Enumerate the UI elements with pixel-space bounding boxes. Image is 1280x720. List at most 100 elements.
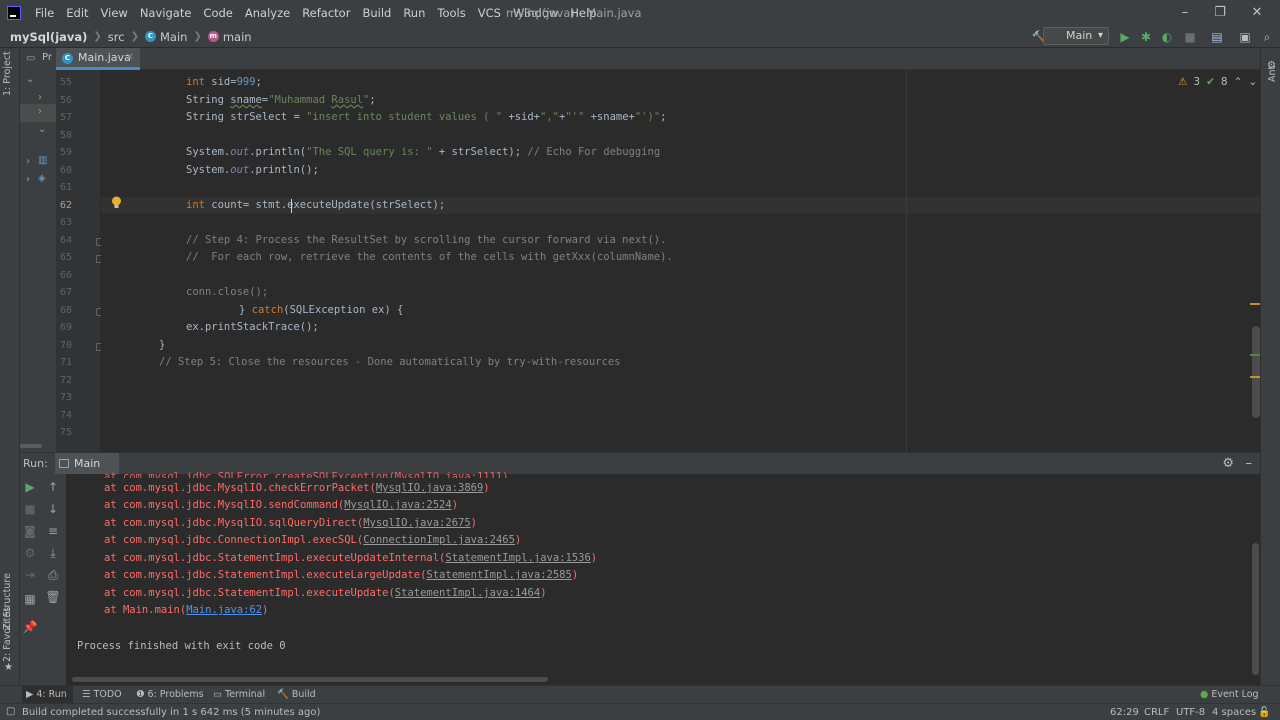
arrow-down-icon[interactable]: ↓ [44, 500, 62, 518]
line-number[interactable]: 70 [56, 340, 72, 351]
code-line-67[interactable]: conn.close(); [186, 286, 268, 298]
tree-row[interactable]: ⌄ [20, 122, 56, 140]
code-line-62[interactable]: int count= stmt.executeUpdate(strSelect)… [186, 199, 445, 211]
rerun-icon[interactable]: ▶ [21, 478, 39, 496]
code-line-68[interactable]: } catch(SQLException ex) { [239, 304, 403, 316]
chevron-down-icon[interactable]: ⌄ [1248, 76, 1257, 88]
breadcrumb-method[interactable]: main [223, 30, 252, 44]
favorites-tool-label[interactable]: 2: Favorites [2, 607, 13, 662]
tool-tab-event-log[interactable]: ● Event Log [1200, 686, 1259, 704]
lock-icon[interactable]: 🔓 [1258, 704, 1270, 720]
line-number[interactable]: 72 [56, 375, 72, 386]
hide-panel-icon[interactable]: – [1246, 453, 1253, 475]
change-marker[interactable] [1250, 354, 1260, 356]
status-message[interactable]: Build completed successfully in 1 s 642 … [22, 704, 320, 720]
trash-icon[interactable]: 🗑 [44, 588, 62, 606]
search-icon[interactable]: ⌕ [1256, 26, 1278, 48]
line-number[interactable]: 67 [56, 287, 72, 298]
console-horizontal-scrollbar[interactable] [72, 677, 548, 682]
line-number[interactable]: 60 [56, 165, 72, 176]
tool-tab-problems[interactable]: ❶ 6: Problems [136, 686, 204, 704]
code-line-55[interactable]: int sid=999; [186, 76, 262, 88]
source-link[interactable]: MysqlIO.java:2675 [363, 517, 470, 529]
line-number[interactable]: 64 [56, 235, 72, 246]
menu-tools[interactable]: Tools [431, 0, 471, 26]
code-line-69[interactable]: ex.printStackTrace(); [186, 321, 319, 333]
tree-row[interactable]: › ▥ [20, 154, 56, 172]
line-number[interactable]: 58 [56, 130, 72, 141]
intention-bulb-icon[interactable] [111, 196, 122, 209]
line-number[interactable]: 56 [56, 95, 72, 106]
line-separator[interactable]: CRLF [1144, 704, 1169, 720]
line-number[interactable]: 65 [56, 252, 72, 263]
tree-row[interactable]: › ◈ [20, 172, 56, 190]
restore-button[interactable]: ❐ [1203, 0, 1237, 26]
arrow-up-icon[interactable]: ↑ [44, 478, 62, 496]
line-number[interactable]: 74 [56, 410, 72, 421]
tool-tab-todo[interactable]: ☰ TODO [82, 686, 122, 704]
breadcrumb-project[interactable]: mySql(java) [10, 30, 87, 44]
line-number[interactable]: 62 [56, 200, 72, 211]
menu-run[interactable]: Run [397, 0, 431, 26]
warning-marker[interactable] [1250, 303, 1260, 305]
tree-row[interactable]: ⌄ [20, 72, 56, 90]
stop-icon[interactable]: ■ [21, 500, 39, 518]
source-link[interactable]: StatementImpl.java:1536 [445, 552, 590, 564]
run-icon[interactable]: ▶ [1114, 26, 1136, 48]
menu-navigate[interactable]: Navigate [134, 0, 198, 26]
minimize-button[interactable]: – [1168, 0, 1202, 26]
code-line-59[interactable]: System.out.println("The SQL query is: " … [186, 146, 660, 158]
code-line-56[interactable]: String sname="Muhammad Rasul"; [186, 94, 376, 106]
menu-analyze[interactable]: Analyze [239, 0, 296, 26]
source-link[interactable]: StatementImpl.java:1464 [395, 587, 540, 599]
settings-icon[interactable]: ⚙ [21, 544, 39, 562]
chevron-up-icon[interactable]: ⌃ [1234, 76, 1243, 88]
menu-edit[interactable]: Edit [60, 0, 94, 26]
project-tab-stub[interactable]: Pr [42, 52, 52, 63]
tool-tab-run[interactable]: ▶ 4: Run [22, 686, 73, 704]
line-number[interactable]: 71 [56, 357, 72, 368]
code-line-60[interactable]: System.out.println(); [186, 164, 319, 176]
coverage-icon[interactable]: ◐ [1156, 26, 1178, 48]
menu-build[interactable]: Build [356, 0, 397, 26]
caret-position[interactable]: 62:29 [1110, 704, 1139, 720]
tool-tab-terminal[interactable]: ▭ Terminal [213, 686, 265, 704]
tree-row-selected[interactable]: › [20, 104, 56, 122]
code-line-65[interactable]: // For each row, retrieve the contents o… [186, 251, 673, 263]
stop-icon[interactable]: ■ [1179, 26, 1201, 48]
layout-icon[interactable]: ▦ [21, 590, 39, 608]
pin-icon[interactable]: 📌 [21, 618, 39, 636]
tool-tab-build[interactable]: 🔨 Build [277, 686, 316, 704]
code-line-57[interactable]: String strSelect = "insert into student … [186, 111, 666, 123]
exit-icon[interactable]: ⇥ [21, 566, 39, 584]
menu-file[interactable]: File [29, 0, 60, 26]
file-encoding[interactable]: UTF-8 [1176, 704, 1205, 720]
project-tool-label[interactable]: 1: Project [2, 51, 13, 96]
source-link[interactable]: Main.java:62 [186, 604, 262, 616]
source-link[interactable]: ConnectionImpl.java:2465 [363, 534, 515, 546]
menu-code[interactable]: Code [197, 0, 238, 26]
close-window-button[interactable]: ✕ [1240, 0, 1274, 26]
line-number[interactable]: 66 [56, 270, 72, 281]
menu-refactor[interactable]: Refactor [296, 0, 356, 26]
line-number[interactable]: 73 [56, 392, 72, 403]
menu-vcs[interactable]: VCS [472, 0, 507, 26]
inspection-widget[interactable]: ⚠ 3 ✔ 8 ⌃ ⌄ [1178, 76, 1257, 88]
scroll-to-end-icon[interactable]: ⤓ [44, 544, 62, 562]
line-number[interactable]: 57 [56, 112, 72, 123]
camera-icon[interactable]: ◙ [21, 522, 39, 540]
warning-marker[interactable] [1250, 376, 1260, 378]
toggle-tool-windows-icon[interactable]: ▢ [6, 706, 15, 717]
code-line-71[interactable]: // Step 5: Close the resources - Done au… [159, 356, 620, 368]
line-number[interactable]: 63 [56, 217, 72, 228]
project-view-icon[interactable]: ▭ [26, 53, 35, 64]
code-line-64[interactable]: // Step 4: Process the ResultSet by scro… [186, 234, 666, 246]
line-number[interactable]: 59 [56, 147, 72, 158]
source-link[interactable]: MysqlIO.java:3869 [376, 482, 483, 494]
line-number[interactable]: 75 [56, 427, 72, 438]
line-number[interactable]: 68 [56, 305, 72, 316]
ant-tool-label[interactable]: Ant [1267, 66, 1278, 82]
breadcrumb-class[interactable]: Main [160, 30, 187, 44]
soft-wrap-icon[interactable]: ≡ [44, 522, 62, 540]
print-icon[interactable]: ⎙ [44, 566, 62, 584]
